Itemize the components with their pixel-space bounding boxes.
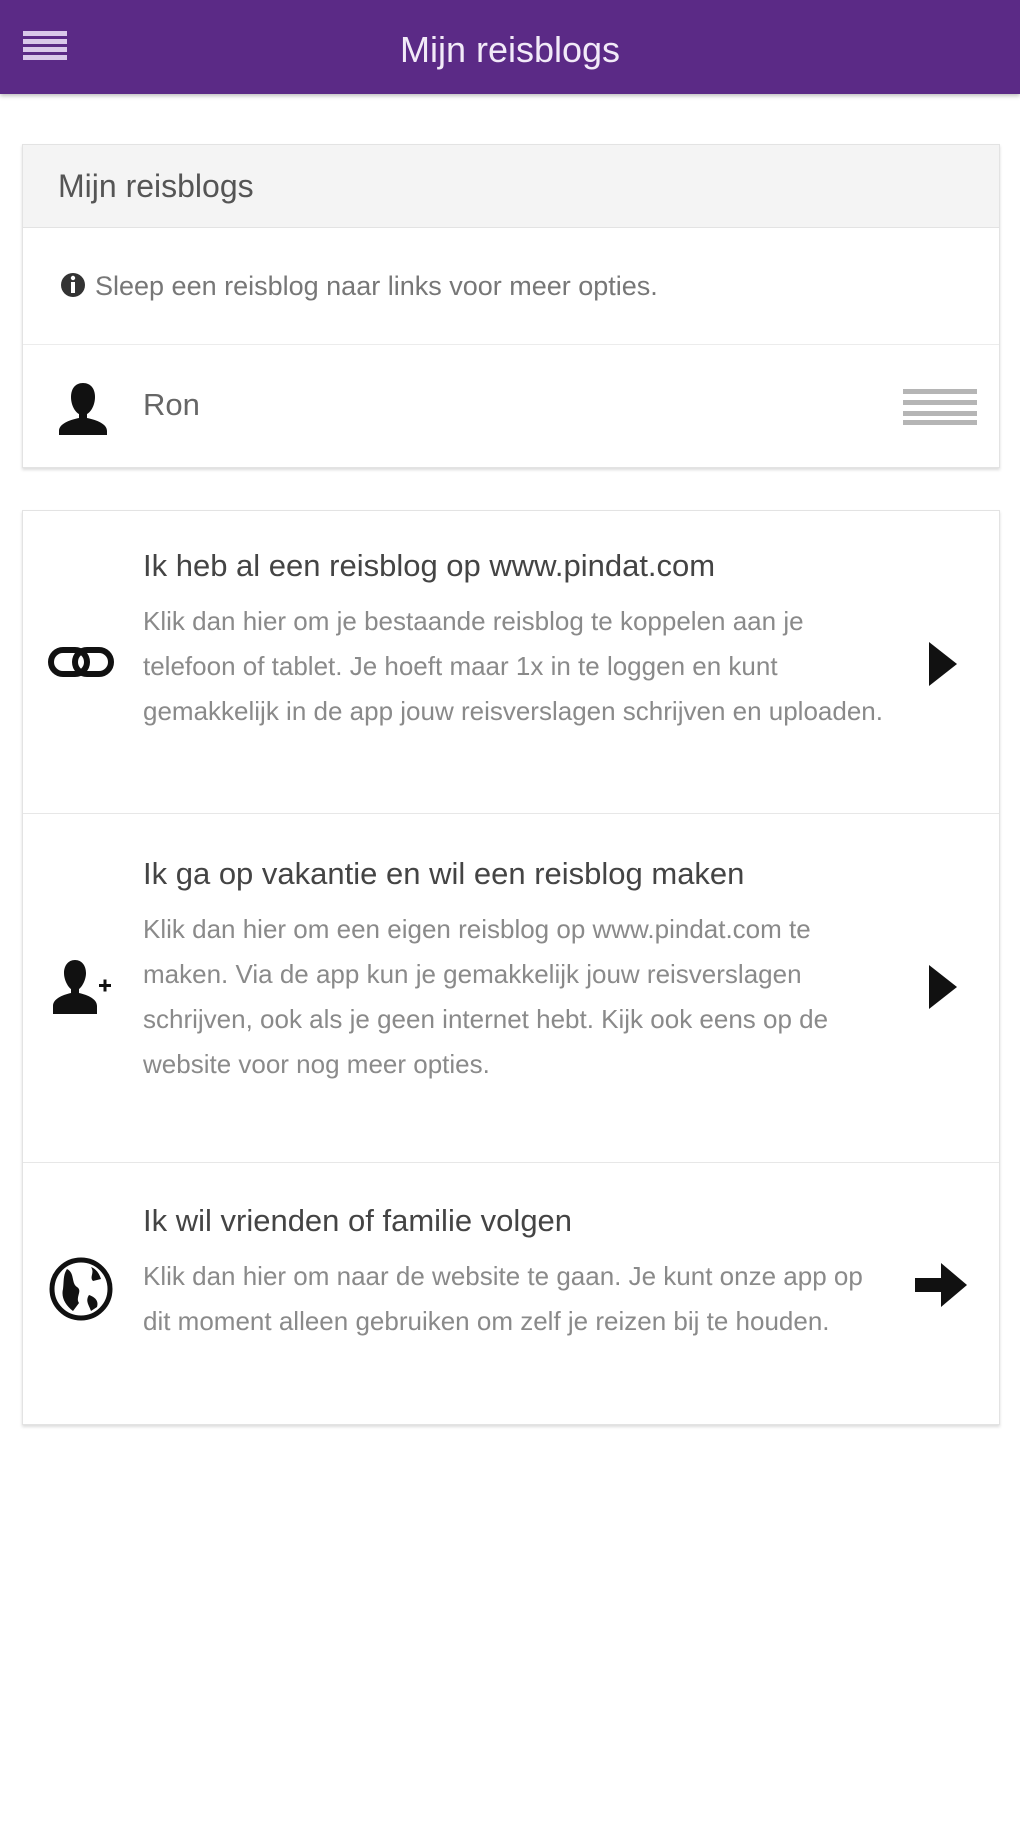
card-header: Mijn reisblogs — [23, 145, 999, 228]
app-bar: Mijn reisblogs — [0, 0, 1020, 94]
option-description: Klik dan hier om naar de website te gaan… — [143, 1261, 863, 1336]
option-link-existing-blog[interactable]: Ik heb al een reisblog op www.pindat.com… — [23, 511, 999, 814]
hint-text: Sleep een reisblog naar links voor meer … — [95, 271, 658, 301]
menu-button[interactable] — [14, 18, 76, 76]
my-blogs-card: Mijn reisblogs Sleep een reisblog naar l… — [22, 144, 1000, 468]
page-title: Mijn reisblogs — [399, 29, 621, 70]
options-card: Ik heb al een reisblog op www.pindat.com… — [22, 510, 1000, 1425]
add-user-icon — [53, 960, 111, 1014]
option-description: Klik dan hier om een eigen reisblog op w… — [143, 914, 829, 1079]
option-title: Ik ga op vakantie en wil een reisblog ma… — [143, 856, 745, 891]
option-title: Ik heb al een reisblog op www.pindat.com — [143, 548, 716, 583]
blog-item-ron[interactable]: Ron — [23, 345, 999, 465]
globe-icon — [49, 1257, 113, 1321]
card-header-title: Mijn reisblogs — [58, 168, 254, 204]
chevron-right-icon — [929, 642, 957, 686]
arrow-right-icon — [915, 1263, 967, 1307]
user-icon — [59, 383, 107, 435]
option-description: Klik dan hier om je bestaande reisblog t… — [143, 606, 883, 726]
blog-name: Ron — [143, 387, 200, 422]
info-icon — [61, 273, 85, 297]
option-create-blog[interactable]: Ik ga op vakantie en wil een reisblog ma… — [23, 814, 999, 1163]
drag-handle-icon[interactable] — [903, 387, 977, 427]
option-follow-friends[interactable]: Ik wil vrienden of familie volgen Klik d… — [23, 1163, 999, 1423]
link-icon — [48, 647, 114, 677]
chevron-right-icon — [929, 965, 957, 1009]
option-title: Ik wil vrienden of familie volgen — [143, 1203, 573, 1238]
hint-row: Sleep een reisblog naar links voor meer … — [23, 228, 999, 345]
hamburger-menu-icon[interactable] — [21, 27, 69, 67]
